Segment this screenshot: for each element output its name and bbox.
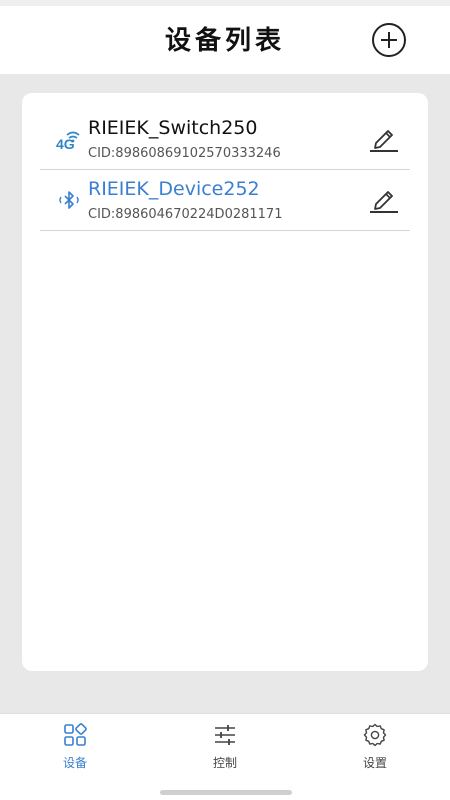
add-device-button[interactable]: [372, 23, 406, 57]
device-name: RIEIEK_Device252: [88, 178, 260, 200]
gear-icon: [363, 723, 387, 747]
tab-control[interactable]: 控制: [185, 722, 265, 782]
device-cid: CID:898604670224D0281171: [88, 207, 283, 222]
device-row[interactable]: RIEIEK_Device252 CID:898604670224D028117…: [40, 170, 410, 231]
tab-label: 设备: [62, 756, 87, 770]
device-name: RIEIEK_Switch250: [88, 117, 258, 139]
home-indicator: [160, 790, 292, 795]
bluetooth-icon: [59, 191, 79, 209]
device-list: 4G RIEIEK_Switch250 CID:8986086910257033…: [40, 109, 410, 231]
4g-signal-icon: 4G: [56, 131, 80, 152]
edit-pencil-icon[interactable]: [368, 186, 400, 214]
device-cid: CID:89860869102570333246: [88, 146, 281, 161]
tab-label: 控制: [212, 756, 237, 770]
device-row[interactable]: 4G RIEIEK_Switch250 CID:8986086910257033…: [40, 109, 410, 170]
tab-devices[interactable]: 设备: [35, 722, 115, 782]
device-list-card: 4G RIEIEK_Switch250 CID:8986086910257033…: [22, 93, 428, 671]
plus-circle-icon: [381, 32, 397, 48]
sliders-icon: [215, 725, 235, 745]
app-header: 设备列表: [0, 6, 450, 74]
tab-label: 设置: [362, 756, 387, 770]
edit-pencil-icon[interactable]: [368, 125, 400, 153]
4g-label: 4G: [56, 136, 75, 152]
bottom-tab-bar: 设备 控制 设置: [0, 713, 450, 800]
tab-settings[interactable]: 设置: [335, 722, 415, 782]
grid-icon: [64, 723, 87, 746]
